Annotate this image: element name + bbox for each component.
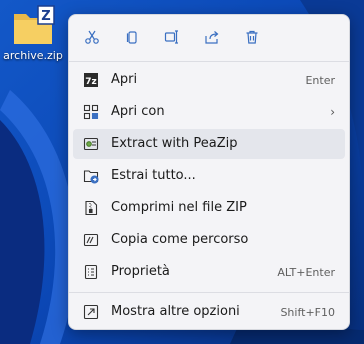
scissors-icon (85, 30, 99, 44)
menu-item-label: Proprietà (111, 264, 170, 279)
svg-text:Z: Z (41, 9, 50, 24)
menu-item-copy-path[interactable]: Copia come percorso (73, 225, 345, 255)
context-toolbar (69, 15, 349, 60)
menu-divider (69, 292, 349, 293)
menu-item-compress-zip[interactable]: Comprimi nel file ZIP (73, 193, 345, 223)
more-options-icon (83, 304, 99, 320)
extract-all-icon (83, 170, 99, 184)
menu-item-label: Copia come percorso (111, 232, 249, 247)
desktop-file-archive[interactable]: Z archive.zip (0, 4, 66, 76)
chevron-right-icon: › (330, 105, 335, 119)
peazip-icon (83, 137, 99, 151)
desktop-file-label: archive.zip (3, 49, 63, 62)
share-icon (205, 31, 219, 44)
menu-item-label: Apri con (111, 104, 165, 119)
open-with-icon (83, 104, 99, 120)
menu-item-shortcut: ALT+Enter (277, 266, 335, 279)
menu-item-more-options[interactable]: Mostra altre opzioni Shift+F10 (73, 297, 345, 327)
menu-item-label: Extract with PeaZip (111, 136, 238, 151)
menu-item-open[interactable]: 7z Apri Enter (73, 65, 345, 95)
menu-item-label: Comprimi nel file ZIP (111, 200, 247, 215)
menu-item-shortcut: Enter (305, 74, 335, 87)
menu-item-open-with[interactable]: Apri con › (73, 97, 345, 127)
menu-item-extract-peazip[interactable]: Extract with PeaZip (73, 129, 345, 159)
menu-item-label: Apri (111, 72, 138, 87)
context-menu: 7z Apri Enter Apri con › Extract with Pe… (68, 14, 350, 330)
cut-button[interactable] (77, 23, 107, 51)
svg-text:7z: 7z (85, 77, 97, 87)
trash-icon (246, 30, 258, 44)
menu-item-extract-all[interactable]: Estrai tutto... (73, 161, 345, 191)
open-icon: 7z (84, 73, 98, 87)
zip-file-icon (85, 200, 98, 216)
toolbar-divider (69, 61, 349, 62)
menu-item-shortcut: Shift+F10 (280, 306, 335, 319)
menu-item-properties[interactable]: Proprietà ALT+Enter (73, 257, 345, 287)
delete-button[interactable] (237, 23, 267, 51)
zip-folder-icon: Z (14, 5, 55, 44)
menu-item-label: Mostra altre opzioni (111, 304, 240, 319)
properties-icon (84, 264, 98, 280)
copy-icon (126, 31, 137, 44)
rename-icon (164, 30, 178, 44)
share-button[interactable] (197, 23, 227, 51)
rename-button[interactable] (157, 23, 187, 51)
menu-item-label: Estrai tutto... (111, 168, 196, 183)
copy-path-icon (83, 233, 99, 247)
copy-button[interactable] (117, 23, 147, 51)
